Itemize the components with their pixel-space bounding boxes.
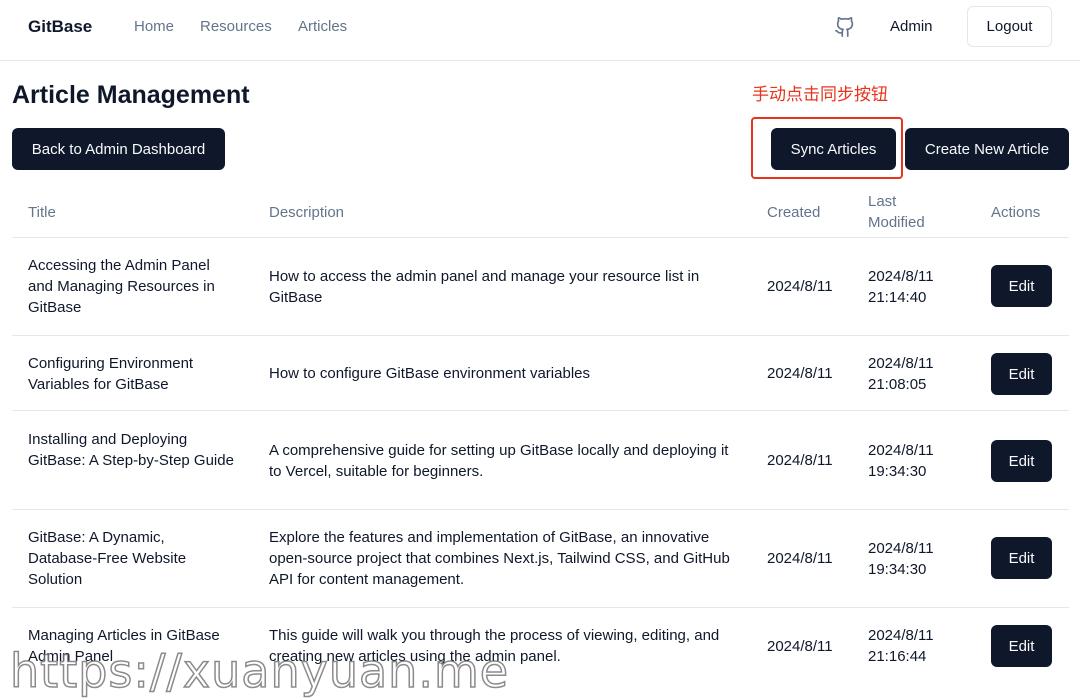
modified-date: 2024/8/11 [868, 268, 934, 285]
article-title: Configuring Environment Variables for Gi… [28, 355, 194, 393]
article-title: Installing and Deploying GitBase: A Step… [28, 431, 234, 469]
modified-time: 21:16:44 [868, 648, 927, 665]
admin-label: Admin [890, 18, 933, 35]
column-header-created: Created [767, 204, 821, 221]
table-row: Configuring Environment Variables for Gi… [12, 336, 1069, 411]
modified-date: 2024/8/11 [868, 442, 934, 459]
column-header-description: Description [269, 204, 345, 221]
nav-articles[interactable]: Articles [298, 18, 347, 35]
article-title: GitBase: A Dynamic, Database-Free Websit… [28, 529, 187, 588]
edit-button[interactable]: Edit [991, 625, 1052, 667]
column-header-actions: Actions [991, 204, 1041, 221]
article-title: Accessing the Admin Panel and Managing R… [28, 257, 215, 316]
page-title: Article Management [12, 81, 250, 109]
created-date: 2024/8/11 [767, 550, 833, 567]
table-row: Accessing the Admin Panel and Managing R… [12, 238, 1069, 336]
annotation-text: 手动点击同步按钮 [752, 85, 888, 105]
edit-button[interactable]: Edit [991, 440, 1052, 482]
edit-button[interactable]: Edit [991, 265, 1052, 307]
modified-time: 21:14:40 [868, 289, 927, 306]
article-description: How to access the admin panel and manage… [269, 268, 700, 306]
nav-home[interactable]: Home [134, 18, 174, 35]
created-date: 2024/8/11 [767, 638, 833, 655]
top-navbar: GitBase Home Resources Articles Admin Lo… [0, 0, 1080, 61]
column-header-title: Title [28, 204, 56, 221]
watermark: https://xuanyuan.me [9, 643, 510, 699]
github-icon[interactable] [834, 16, 856, 38]
table-row: Installing and Deploying GitBase: A Step… [12, 411, 1069, 510]
created-date: 2024/8/11 [767, 365, 833, 382]
modified-date: 2024/8/11 [868, 627, 934, 644]
column-header-modified-line1: Last [868, 193, 897, 210]
created-date: 2024/8/11 [767, 278, 833, 295]
column-header-modified-line2: Modified [868, 214, 925, 231]
modified-date: 2024/8/11 [868, 355, 934, 372]
modified-date: 2024/8/11 [868, 540, 934, 557]
edit-button[interactable]: Edit [991, 537, 1052, 579]
modified-time: 19:34:30 [868, 463, 927, 480]
modified-time: 21:08:05 [868, 376, 927, 393]
brand-logo[interactable]: GitBase [28, 17, 92, 37]
article-description: How to configure GitBase environment var… [269, 365, 590, 382]
article-description: Explore the features and implementation … [269, 529, 730, 588]
modified-time: 19:34:30 [868, 561, 927, 578]
table-row: GitBase: A Dynamic, Database-Free Websit… [12, 510, 1069, 608]
back-to-dashboard-button[interactable]: Back to Admin Dashboard [12, 128, 225, 170]
edit-button[interactable]: Edit [991, 353, 1052, 395]
sync-articles-button[interactable]: Sync Articles [771, 128, 896, 170]
create-article-button[interactable]: Create New Article [905, 128, 1069, 170]
article-description: A comprehensive guide for setting up Git… [269, 442, 729, 480]
created-date: 2024/8/11 [767, 452, 833, 469]
logout-button[interactable]: Logout [967, 6, 1052, 47]
nav-resources[interactable]: Resources [200, 18, 272, 35]
